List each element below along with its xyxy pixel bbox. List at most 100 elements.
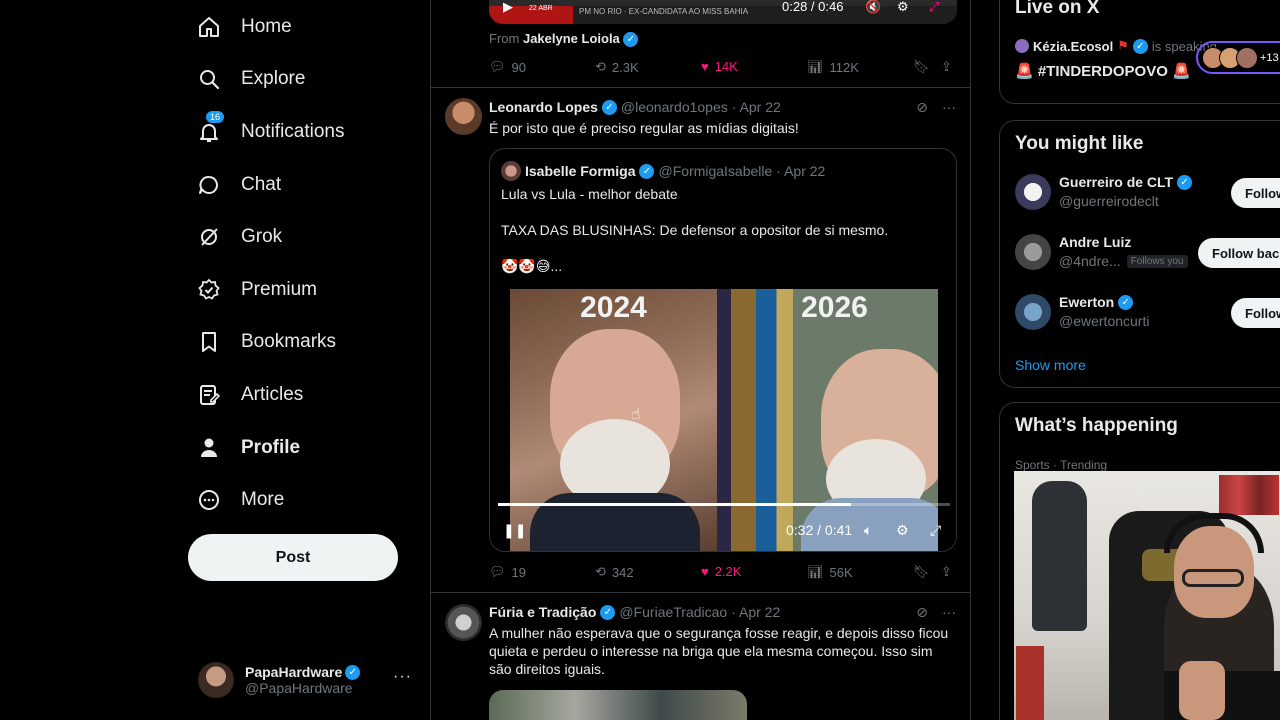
verified-icon: ✓	[1177, 174, 1193, 190]
nav-bookmarks[interactable]: Bookmarks	[196, 320, 336, 364]
quote-text-line: Lula vs Lula - melhor debate	[501, 186, 678, 202]
home-icon	[196, 14, 222, 40]
nav-articles-label: Articles	[241, 384, 304, 405]
like-button[interactable]: ♥ 14K	[701, 59, 738, 74]
video-time: 0:28 / 0:46	[782, 0, 844, 14]
search-icon	[196, 66, 222, 92]
follow-button[interactable]: Follow	[1231, 178, 1280, 208]
quote-author-handle: @FormigaIsabelle	[658, 163, 773, 179]
space-host[interactable]: Kézia.Ecosol ⚑ ✓ is speaking	[1015, 38, 1217, 54]
fullscreen-icon[interactable]: ⤢	[929, 0, 939, 15]
live-on-x-card: Live on X Kézia.Ecosol ⚑ ✓ is speaking 🚨…	[999, 0, 1280, 104]
views-count: 112K	[829, 59, 859, 75]
tweet-header: Leonardo Lopes ✓ @leonardo1opes · Apr 22	[489, 99, 781, 115]
space-title[interactable]: 🚨 #TINDERDOPOVO 🚨	[1015, 62, 1191, 80]
verified-icon: ✓	[1118, 294, 1134, 310]
show-more-link[interactable]: Show more	[1015, 357, 1086, 373]
nav-articles[interactable]: Articles	[196, 373, 303, 417]
nav-explore-label: Explore	[241, 68, 306, 89]
repost-button[interactable]: ⟲ 342	[595, 564, 634, 580]
tweet-author-name[interactable]: Leonardo Lopes	[489, 99, 598, 115]
nav-home-label: Home	[241, 16, 292, 37]
article-icon	[196, 382, 222, 408]
quoted-tweet[interactable]: Isabelle Formiga ✓ @FormigaIsabelle · Ap…	[489, 148, 957, 552]
nav-chat[interactable]: Chat	[196, 163, 281, 207]
grok-icon[interactable]: ⊘	[916, 604, 928, 621]
repost-count: 342	[611, 564, 634, 580]
verified-icon: ✓	[623, 32, 639, 48]
tweet-author-handle[interactable]: @leonardo1opes	[621, 99, 728, 115]
video-player[interactable]: 2024 2026 ☝ ❚❚ 0:32 / 0:41 🔈︎ ⚙ ⤢	[490, 289, 956, 551]
bookmark-button[interactable]: 🔖︎	[913, 59, 930, 75]
avatar[interactable]	[445, 98, 482, 135]
share-icon: ⇪	[941, 564, 952, 579]
views-count: 56K	[829, 564, 853, 580]
follow-button[interactable]: Follow	[1231, 298, 1280, 328]
tweet-media[interactable]	[489, 690, 747, 720]
quote-author-name: Isabelle Formiga	[525, 163, 636, 179]
grok-icon[interactable]: ⊘	[916, 99, 928, 116]
video-attribution[interactable]: From Jakelyne Loiola ✓	[489, 31, 639, 48]
settings-icon[interactable]: ⚙	[896, 522, 909, 539]
bookmark-button[interactable]: 🔖︎	[913, 564, 930, 580]
more-dots-icon[interactable]: ···	[393, 668, 412, 686]
might-like-title: You might like	[1015, 133, 1144, 154]
avatar	[1015, 234, 1051, 270]
reply-icon: 💬︎	[489, 59, 506, 74]
grok-icon	[196, 224, 222, 250]
nav-profile[interactable]: Profile	[196, 426, 300, 470]
verified-icon: ✓	[601, 99, 617, 115]
video-player[interactable]: ▶ 22 ABR PM NO RIO · EX-CANDIDATA AO MIS…	[489, 0, 957, 24]
video-frame-right: 2026	[731, 289, 938, 551]
verified-icon: ✓	[600, 604, 616, 620]
user-name: Guerreiro de CLT	[1059, 174, 1174, 190]
space-listeners[interactable]: +13	[1196, 41, 1280, 74]
trend-meta: Sports · Trending	[1015, 458, 1108, 472]
volume-icon[interactable]: 🔈︎	[864, 522, 872, 539]
date-badge: 22 ABR	[529, 5, 553, 12]
account-switcher[interactable]: PapaHardware ✓ @PapaHardware ···	[198, 660, 418, 700]
repost-button[interactable]: ⟲ 2.3K	[595, 59, 639, 75]
avatar	[501, 161, 521, 181]
play-icon[interactable]: ▶	[503, 0, 513, 15]
reply-button[interactable]: 💬︎ 19	[489, 564, 526, 580]
more-dots-icon[interactable]: ···	[942, 99, 956, 116]
nav-grok[interactable]: Grok	[196, 215, 282, 259]
avatar[interactable]	[445, 604, 482, 641]
analytics-icon: 📊︎	[807, 59, 824, 74]
follow-back-button[interactable]: Follow back	[1198, 238, 1280, 268]
share-button[interactable]: ⇪	[941, 564, 952, 580]
verified-icon: ✓	[639, 163, 655, 179]
verified-icon: ✓	[345, 664, 361, 680]
nav-more[interactable]: More	[196, 478, 284, 522]
tweet-author-name[interactable]: Fúria e Tradição	[489, 604, 596, 620]
chat-bubble-icon	[196, 172, 222, 198]
nav-home[interactable]: Home	[196, 5, 292, 49]
more-dots-icon[interactable]: ···	[942, 604, 956, 621]
user-handle: @ewertoncurti	[1059, 313, 1150, 329]
views-button[interactable]: 📊︎ 56K	[807, 564, 853, 580]
red-box	[1016, 646, 1044, 720]
reply-icon: 💬︎	[489, 564, 506, 579]
tweet-author-handle[interactable]: @FuriaeTradicao	[619, 604, 727, 620]
pause-icon[interactable]: ❚❚	[503, 522, 526, 539]
nav-more-label: More	[241, 489, 285, 510]
settings-icon[interactable]: ⚙	[897, 0, 909, 15]
mute-icon[interactable]: 🔇	[865, 0, 881, 15]
reply-button[interactable]: 💬︎ 90	[489, 59, 526, 75]
nav-explore[interactable]: Explore	[196, 57, 305, 101]
tweet-date[interactable]: · Apr 22	[731, 604, 780, 620]
bookmark-icon: 🔖︎	[913, 59, 930, 74]
tweet-date[interactable]: · Apr 22	[732, 99, 781, 115]
space-host-name: Kézia.Ecosol	[1033, 38, 1114, 54]
mouse-cursor-icon: ☝	[631, 406, 641, 423]
fullscreen-icon[interactable]: ⤢	[930, 522, 941, 539]
views-button[interactable]: 📊︎ 112K	[807, 59, 859, 75]
share-button[interactable]: ⇪	[941, 59, 952, 75]
nav-notifications[interactable]: 16 Notifications	[196, 110, 345, 154]
video-progress-bar[interactable]	[498, 503, 950, 506]
listeners-more-count: +13	[1260, 51, 1279, 64]
like-button[interactable]: ♥ 2.2K	[701, 564, 741, 579]
nav-premium[interactable]: Premium	[196, 268, 317, 312]
post-button[interactable]: Post	[188, 534, 398, 581]
